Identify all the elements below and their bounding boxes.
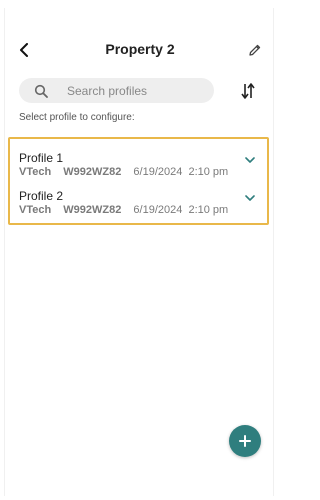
list-item-profile-1[interactable]: Profile 1 VTech W992WZ82 6/19/2024 2:10 … (10, 143, 267, 183)
plus-icon (239, 435, 251, 447)
chevron-down-icon[interactable] (243, 191, 257, 205)
profile-brand: VTech (19, 204, 52, 216)
pencil-icon (249, 44, 261, 56)
app-screen: Property 2 Select profile to configure: (4, 8, 274, 496)
search-input[interactable] (67, 83, 207, 98)
profile-model: W992WZ82 (63, 204, 122, 216)
sort-button[interactable] (237, 80, 259, 102)
search-icon (33, 83, 49, 99)
list-item-profile-2[interactable]: Profile 2 VTech W992WZ82 6/19/2024 2:10 … (10, 181, 267, 221)
header: Property 2 (5, 38, 275, 62)
profile-meta: VTech W992WZ82 6/19/2024 2:10 pm (19, 166, 237, 178)
profile-name: Profile 1 (19, 151, 64, 165)
edit-button[interactable] (245, 40, 265, 60)
profile-meta: VTech W992WZ82 6/19/2024 2:10 pm (19, 204, 237, 216)
search-bar[interactable] (19, 78, 214, 103)
add-profile-button[interactable] (229, 425, 261, 457)
profile-name: Profile 2 (19, 189, 64, 203)
chevron-down-icon[interactable] (243, 153, 257, 167)
profile-model: W992WZ82 (63, 166, 122, 178)
select-profile-hint: Select profile to configure: (19, 112, 135, 123)
sort-arrows-icon (241, 83, 255, 99)
page-title: Property 2 (105, 41, 175, 57)
profile-timestamp: 6/19/2024 2:10 pm (133, 204, 229, 216)
profile-list: Profile 1 VTech W992WZ82 6/19/2024 2:10 … (8, 137, 269, 225)
profile-timestamp: 6/19/2024 2:10 pm (133, 166, 229, 178)
profile-brand: VTech (19, 166, 52, 178)
